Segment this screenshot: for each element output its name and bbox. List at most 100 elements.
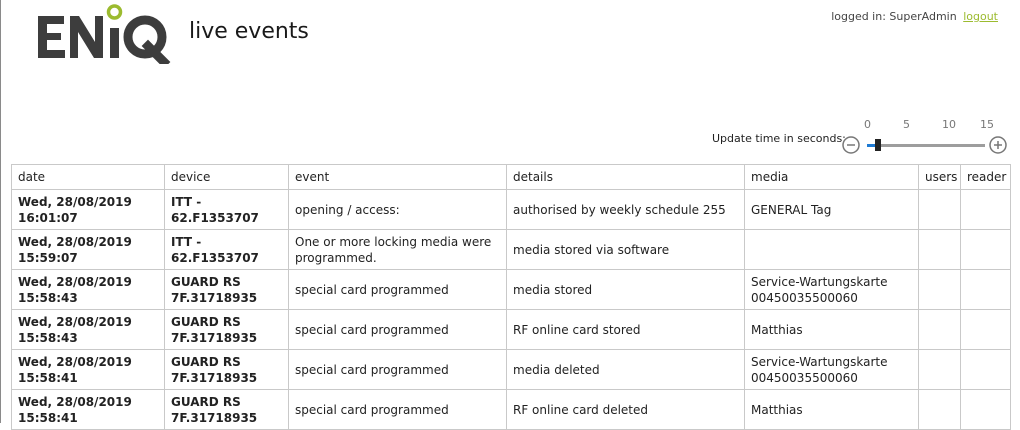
cell-reader	[960, 389, 1011, 430]
cell-event: special card programmed	[288, 389, 507, 430]
cell-media: Matthias	[744, 309, 919, 350]
page-title: live events	[189, 19, 309, 44]
device-id-text: 7F.31718935	[171, 330, 258, 345]
logged-in-label: logged in: SuperAdmin	[831, 10, 957, 23]
cell-media: Matthias	[744, 389, 919, 430]
cell-date: Wed, 28/08/2019 15:58:41	[11, 389, 165, 430]
cell-reader	[960, 309, 1011, 350]
update-time-label: Update time in seconds:	[712, 132, 846, 145]
table-row[interactable]: Wed, 28/08/2019 15:59:07 ITT - 62.F135370…	[11, 229, 1011, 270]
table-row[interactable]: Wed, 28/08/2019 16:01:07 ITT - 62.F135370…	[11, 189, 1011, 230]
media-id-text: 00450035500060	[751, 370, 858, 385]
cell-users	[918, 309, 961, 350]
cell-media: Service-Wartungskarte 00450035500060	[744, 349, 919, 390]
update-slider-thumb[interactable]	[874, 139, 881, 151]
column-header-details[interactable]: details	[506, 164, 745, 190]
date-text: Wed, 28/08/2019	[18, 234, 132, 249]
cell-media	[744, 229, 919, 270]
table-row[interactable]: Wed, 28/08/2019 15:58:41 GUARD RS 7F.31718…	[11, 389, 1011, 430]
login-status: logged in: SuperAdmin logout	[831, 10, 998, 23]
table-header-row: date device event details media users re…	[11, 164, 1011, 190]
cell-users	[918, 269, 961, 310]
cell-date: Wed, 28/08/2019 15:58:43	[11, 269, 165, 310]
date-text: Wed, 28/08/2019	[18, 274, 132, 289]
cell-device: GUARD RS 7F.31718935	[164, 389, 289, 430]
slider-tick-label: 10	[942, 118, 956, 131]
cell-details: media stored via software	[506, 229, 745, 270]
time-text: 15:58:41	[18, 370, 78, 385]
media-id-text: 00450035500060	[751, 290, 858, 305]
slider-tick-label: 15	[980, 118, 994, 131]
date-text: Wed, 28/08/2019	[18, 394, 132, 409]
column-header-users[interactable]: users	[918, 164, 961, 190]
cell-reader	[960, 189, 1011, 230]
slider-tick-label: 5	[903, 118, 910, 131]
events-table: date device event details media users re…	[11, 164, 1011, 430]
cell-users	[918, 229, 961, 270]
media-text: GENERAL Tag	[751, 202, 832, 217]
column-header-event[interactable]: event	[288, 164, 507, 190]
cell-event: opening / access:	[288, 189, 507, 230]
window-left-border	[0, 0, 1, 423]
cell-details: authorised by weekly schedule 255	[506, 189, 745, 230]
cell-device: ITT - 62.F1353707	[164, 189, 289, 230]
slider-tick-labels: 0 5 10 15	[860, 118, 1000, 132]
device-text: GUARD RS	[171, 314, 241, 329]
column-header-device[interactable]: device	[164, 164, 289, 190]
cell-date: Wed, 28/08/2019 15:58:43	[11, 309, 165, 350]
cell-users	[918, 349, 961, 390]
media-text: Matthias	[751, 322, 803, 337]
device-text: ITT - 62.F1353707	[171, 234, 259, 265]
cell-media: Service-Wartungskarte 00450035500060	[744, 269, 919, 310]
update-slider-track[interactable]	[867, 139, 985, 151]
cell-device: ITT - 62.F1353707	[164, 229, 289, 270]
column-header-date[interactable]: date	[11, 164, 165, 190]
cell-reader	[960, 229, 1011, 270]
table-row[interactable]: Wed, 28/08/2019 15:58:43 GUARD RS 7F.31718…	[11, 269, 1011, 310]
cell-date: Wed, 28/08/2019 15:59:07	[11, 229, 165, 270]
device-text: GUARD RS	[171, 274, 241, 289]
table-row[interactable]: Wed, 28/08/2019 15:58:43 GUARD RS 7F.31718…	[11, 309, 1011, 350]
cell-event: special card programmed	[288, 309, 507, 350]
column-header-media[interactable]: media	[744, 164, 919, 190]
cell-event: special card programmed	[288, 349, 507, 390]
logout-link[interactable]: logout	[963, 10, 998, 23]
cell-users	[918, 389, 961, 430]
cell-reader	[960, 269, 1011, 310]
time-text: 15:58:41	[18, 410, 78, 425]
update-time-control: Update time in seconds: 0 5 10 15	[712, 118, 1012, 158]
device-text: GUARD RS	[171, 394, 241, 409]
cell-details: media deleted	[506, 349, 745, 390]
date-text: Wed, 28/08/2019	[18, 354, 132, 369]
cell-event: special card programmed	[288, 269, 507, 310]
device-id-text: 7F.31718935	[171, 290, 258, 305]
cell-details: RF online card deleted	[506, 389, 745, 430]
cell-device: GUARD RS 7F.31718935	[164, 309, 289, 350]
media-text: Service-Wartungskarte	[751, 274, 888, 289]
table-row[interactable]: Wed, 28/08/2019 15:58:41 GUARD RS 7F.31718…	[11, 349, 1011, 390]
cell-details: RF online card stored	[506, 309, 745, 350]
cell-event: One or more locking media were programme…	[288, 229, 507, 270]
minus-circle-icon[interactable]	[842, 136, 860, 154]
plus-circle-icon[interactable]	[989, 136, 1007, 154]
cell-device: GUARD RS 7F.31718935	[164, 349, 289, 390]
media-text: Service-Wartungskarte	[751, 354, 888, 369]
cell-media: GENERAL Tag	[744, 189, 919, 230]
time-text: 15:59:07	[18, 250, 78, 265]
time-text: 15:58:43	[18, 330, 78, 345]
time-text: 16:01:07	[18, 210, 78, 225]
slider-tick-label: 0	[864, 118, 871, 131]
cell-device: GUARD RS 7F.31718935	[164, 269, 289, 310]
date-text: Wed, 28/08/2019	[18, 194, 132, 209]
cell-users	[918, 189, 961, 230]
device-text: ITT - 62.F1353707	[171, 194, 259, 225]
device-id-text: 7F.31718935	[171, 370, 258, 385]
cell-reader	[960, 349, 1011, 390]
cell-date: Wed, 28/08/2019 16:01:07	[11, 189, 165, 230]
eniq-logo	[38, 4, 171, 64]
cell-date: Wed, 28/08/2019 15:58:41	[11, 349, 165, 390]
column-header-reader[interactable]: reader	[960, 164, 1011, 190]
media-text: Matthias	[751, 402, 803, 417]
date-text: Wed, 28/08/2019	[18, 314, 132, 329]
device-text: GUARD RS	[171, 354, 241, 369]
